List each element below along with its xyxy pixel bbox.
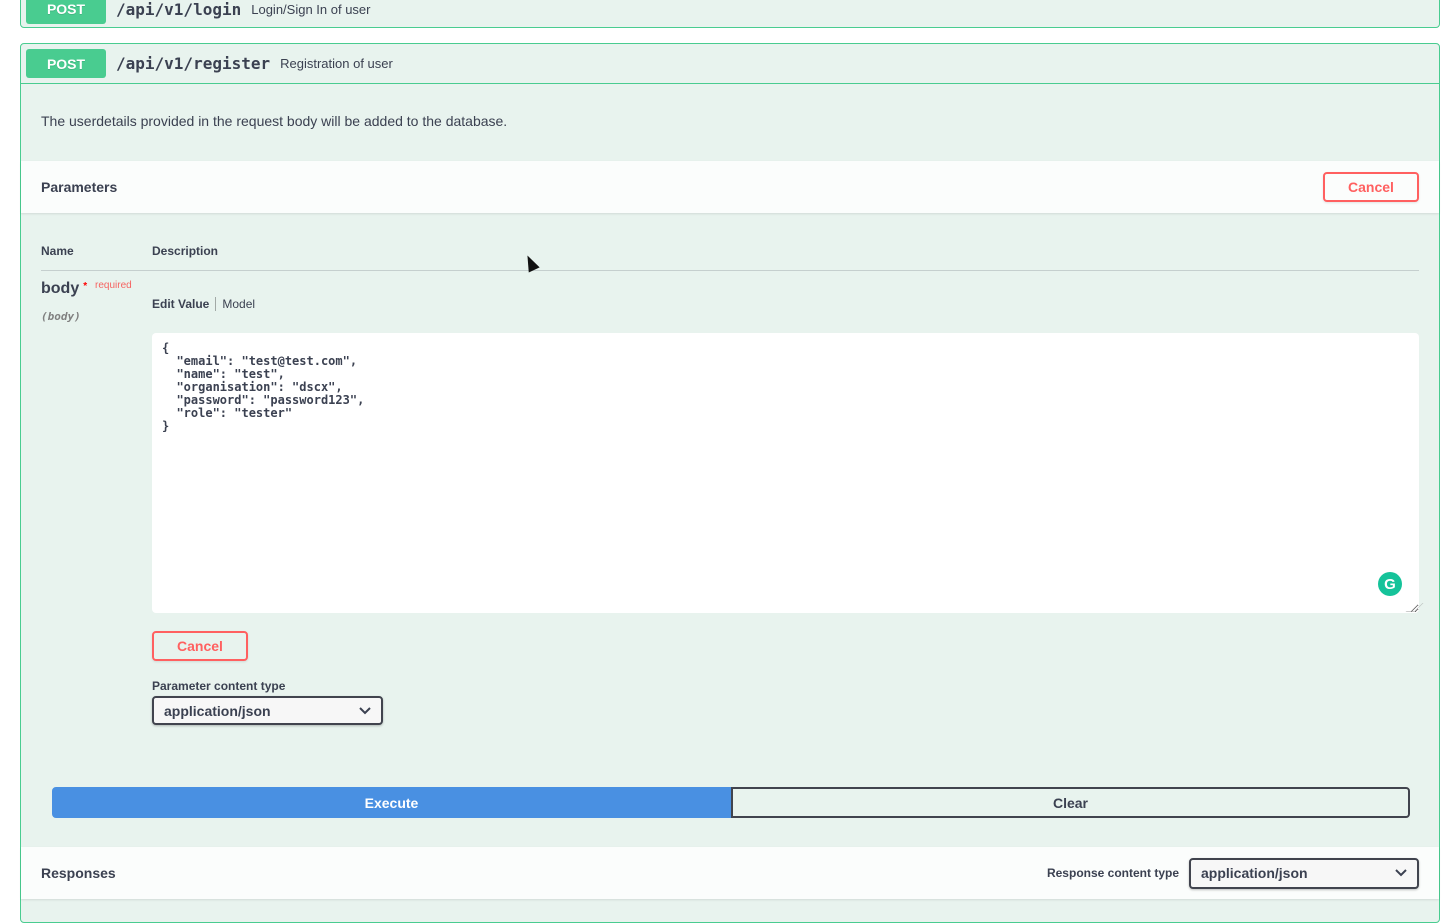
chevron-down-icon <box>1395 866 1407 880</box>
parameter-content-type-label: Parameter content type <box>152 679 286 693</box>
parameters-header: Parameters Cancel <box>21 161 1439 213</box>
responses-header: Responses Response content type applicat… <box>21 847 1439 899</box>
method-badge: POST <box>26 49 106 78</box>
method-badge: POST <box>26 0 106 24</box>
parameters-table-header: Name Description <box>41 238 1419 271</box>
grammarly-icon[interactable]: G <box>1378 572 1402 596</box>
column-name-header: Name <box>41 244 74 258</box>
required-label: required <box>95 280 132 291</box>
execute-wrapper: Execute Clear <box>52 787 1410 818</box>
execute-button[interactable]: Execute <box>52 787 731 818</box>
operation-summary[interactable]: POST /api/v1/register Registration of us… <box>21 44 1439 84</box>
response-content-type-select[interactable]: application/json <box>1189 857 1419 889</box>
parameter-name-text: body <box>41 280 80 297</box>
request-body-editor[interactable]: { "email": "test@test.com", "name": "tes… <box>152 333 1419 613</box>
responses-title: Responses <box>41 865 116 881</box>
parameter-content-type-value: application/json <box>164 702 271 719</box>
clear-button[interactable]: Clear <box>731 787 1410 818</box>
parameters-title: Parameters <box>41 179 118 195</box>
operation-summary-text: Registration of user <box>280 56 393 71</box>
response-content-type-value: application/json <box>1201 865 1308 881</box>
operation-summary[interactable]: POST /api/v1/login Login/Sign In of user <box>21 0 1439 29</box>
chevron-down-icon <box>359 704 371 718</box>
operation-description: The userdetails provided in the request … <box>41 113 508 129</box>
response-content-type-label: Response content type <box>1046 866 1179 880</box>
column-description-header: Description <box>152 244 219 258</box>
body-cancel-button[interactable]: Cancel <box>152 631 248 661</box>
body-tabs: Edit Value Model <box>152 297 255 311</box>
tab-edit-value[interactable]: Edit Value <box>152 297 217 311</box>
operation-login[interactable]: POST /api/v1/login Login/Sign In of user <box>20 0 1440 28</box>
parameter-content-type-select[interactable]: application/json <box>152 696 383 725</box>
operation-path: /api/v1/login <box>116 0 242 19</box>
try-out-cancel-button[interactable]: Cancel <box>1323 172 1419 202</box>
tab-model[interactable]: Model <box>216 297 255 311</box>
required-star: * <box>83 281 88 292</box>
parameter-in: (body) <box>41 310 81 323</box>
parameter-name: body * <box>41 280 87 298</box>
operation-summary-text: Login/Sign In of user <box>251 1 371 17</box>
operation-register: POST /api/v1/register Registration of us… <box>20 43 1440 923</box>
operation-path: /api/v1/register <box>116 54 271 73</box>
